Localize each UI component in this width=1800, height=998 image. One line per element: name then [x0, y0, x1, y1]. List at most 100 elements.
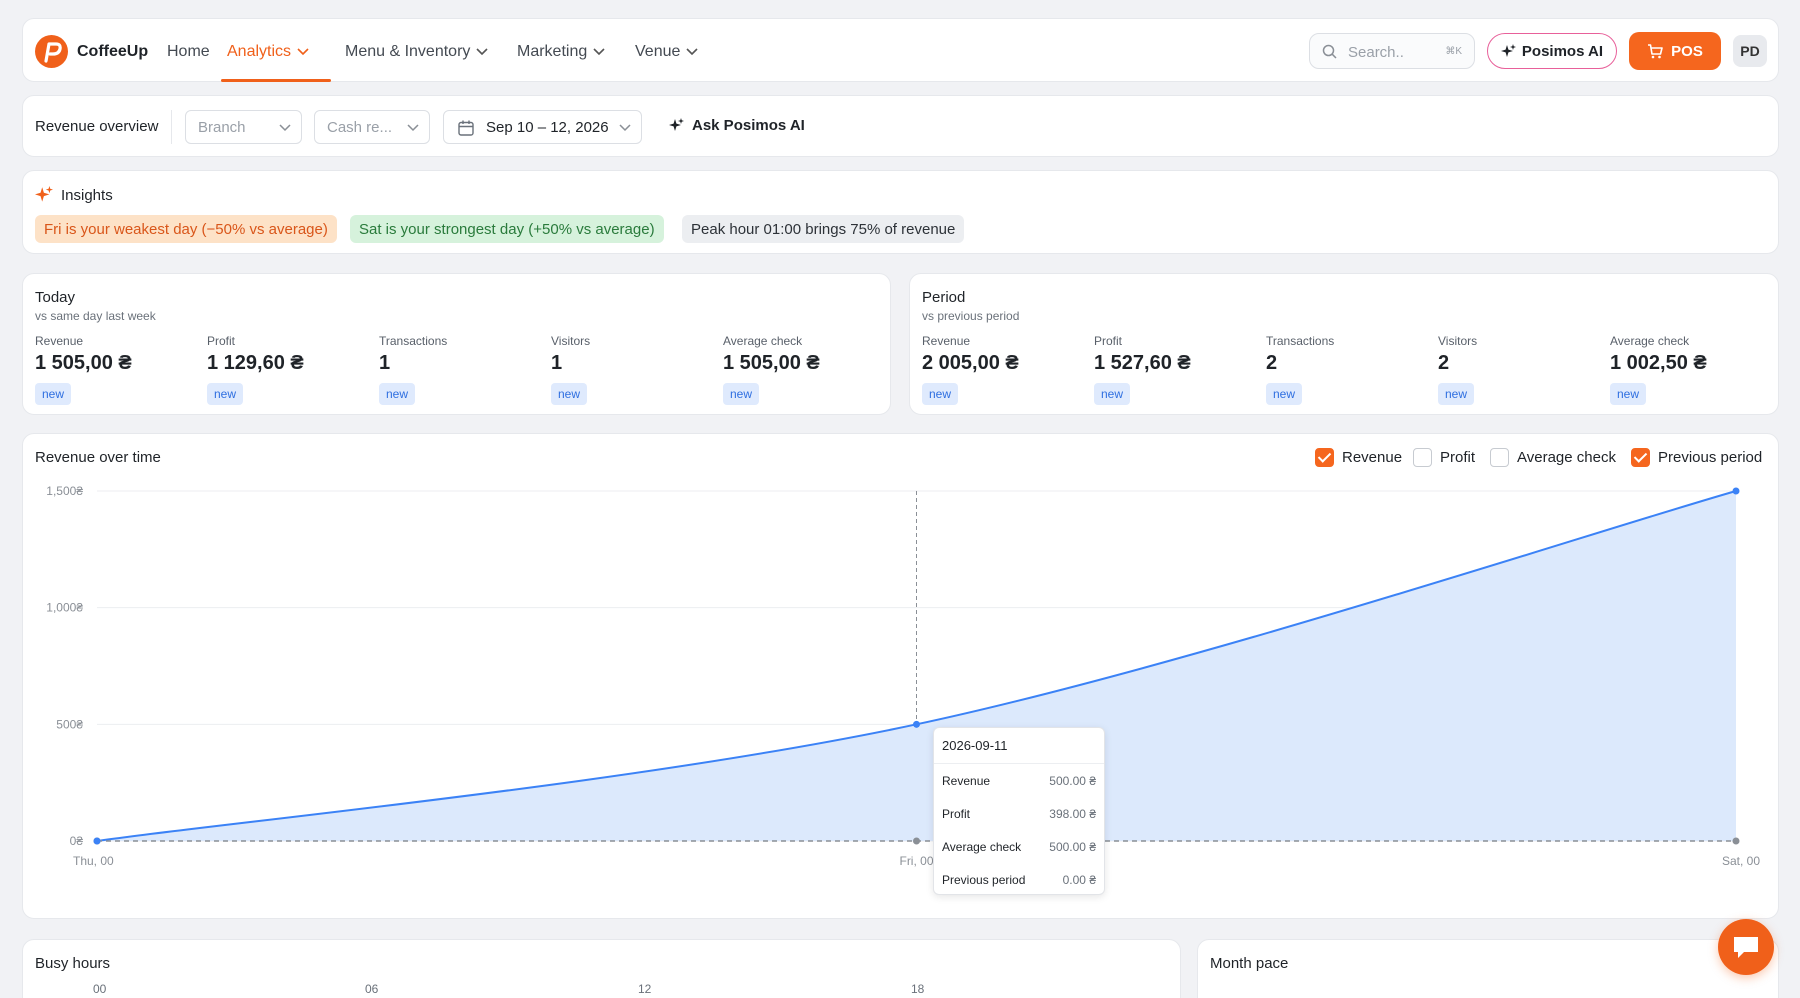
- chevron-down-icon: [619, 124, 631, 132]
- insight-chip-strongest: Sat is your strongest day (+50% vs avera…: [350, 215, 664, 243]
- y-tick-label: 0₴: [70, 834, 84, 848]
- revenue-chart[interactable]: 0₴ 500₴ 1,000₴ 1,500₴ Thu, 00 Fri, 00 Sat, 00: [23, 434, 1780, 920]
- cash-register-select[interactable]: Cash re...: [314, 110, 430, 144]
- kpi-profit: Profit 1 527,60 ₴ new: [1094, 334, 1264, 405]
- sparkle-icon: [669, 118, 684, 131]
- tooltip-row: Average check 500.00 ₴: [942, 839, 1096, 854]
- status-badge: new: [1094, 383, 1131, 405]
- sparkle-icon: [35, 186, 53, 202]
- chat-support-button[interactable]: [1718, 919, 1774, 975]
- kpi-visitors: Visitors 2 new: [1438, 334, 1608, 405]
- y-tick-label: 500₴: [56, 717, 83, 731]
- kpi-profit: Profit 1 129,60 ₴ new: [207, 334, 377, 405]
- status-badge: new: [922, 383, 959, 405]
- card-title: Busy hours: [35, 955, 111, 972]
- revenue-point: [913, 720, 920, 728]
- hour-label: 00: [93, 982, 107, 996]
- search-placeholder: Search..: [1348, 44, 1404, 61]
- logo-icon[interactable]: [35, 35, 68, 68]
- card-title: Month pace: [1210, 955, 1289, 972]
- hour-label: 12: [638, 982, 652, 996]
- chevron-down-icon: [279, 124, 291, 132]
- tooltip-row: Revenue 500.00 ₴: [942, 773, 1096, 788]
- legend-average-check[interactable]: Average check: [1490, 448, 1616, 467]
- chart-title: Revenue over time: [35, 449, 161, 466]
- cart-icon: [1648, 43, 1663, 58]
- status-badge: new: [1438, 383, 1475, 405]
- busy-hours-card: Busy hours 00 06 12 18: [22, 939, 1181, 998]
- divider: [171, 110, 172, 144]
- avatar[interactable]: PD: [1733, 35, 1767, 67]
- checkbox-checked[interactable]: [1631, 448, 1650, 467]
- status-badge: new: [207, 383, 244, 405]
- card-title: Today: [35, 289, 76, 306]
- posimos-ai-button[interactable]: Posimos AI: [1487, 33, 1617, 69]
- month-pace-card: Month pace: [1197, 939, 1779, 998]
- period-card: Period vs previous period Revenue 2 005,0…: [909, 273, 1779, 415]
- status-badge: new: [551, 383, 588, 405]
- revenue-point: [1732, 487, 1740, 495]
- status-badge: new: [35, 383, 72, 405]
- previous-period-point: [913, 837, 920, 845]
- ask-ai-button[interactable]: Ask Posimos AI: [669, 117, 805, 134]
- y-tick-label: 1,500₴: [46, 484, 83, 498]
- date-range-picker[interactable]: Sep 10 – 12, 2026: [443, 110, 642, 144]
- legend-profit[interactable]: Profit: [1413, 448, 1475, 467]
- nav-marketing[interactable]: Marketing: [517, 43, 605, 61]
- page-title: Revenue overview: [35, 118, 159, 135]
- checkbox-checked[interactable]: [1315, 448, 1334, 467]
- legend-previous-period[interactable]: Previous period: [1631, 448, 1762, 467]
- branch-select[interactable]: Branch: [185, 110, 302, 144]
- tooltip-row: Profit 398.00 ₴: [942, 806, 1096, 821]
- search-icon: [1322, 44, 1337, 59]
- nav-home[interactable]: Home: [167, 43, 210, 61]
- status-badge: new: [379, 383, 416, 405]
- insights-card: Insights Fri is your weakest day (−50% v…: [22, 170, 1779, 254]
- nav-menu-inventory[interactable]: Menu & Inventory: [345, 43, 488, 61]
- kpi-revenue: Revenue 2 005,00 ₴ new: [922, 334, 1092, 405]
- card-subtitle: vs previous period: [922, 309, 1020, 323]
- tooltip-row: Previous period 0.00 ₴: [942, 872, 1096, 887]
- checkbox-unchecked[interactable]: [1413, 448, 1432, 467]
- chevron-down-icon: [476, 48, 488, 56]
- calendar-icon: [458, 120, 474, 136]
- kpi-average-check: Average check 1 002,50 ₴ new: [1610, 334, 1780, 405]
- insights-header: Insights: [35, 186, 113, 204]
- nav-venue[interactable]: Venue: [635, 43, 698, 61]
- legend-revenue[interactable]: Revenue: [1315, 448, 1402, 467]
- tooltip-date: 2026-09-11: [934, 728, 1104, 764]
- filter-bar: Revenue overview Branch Cash re... Sep 1…: [22, 95, 1779, 157]
- revenue-point: [93, 837, 101, 845]
- chat-icon: [1734, 937, 1758, 958]
- status-badge: new: [723, 383, 760, 405]
- x-tick-label: Thu, 00: [73, 854, 114, 868]
- chevron-down-icon: [407, 124, 419, 132]
- today-card: Today vs same day last week Revenue 1 505…: [22, 273, 891, 415]
- insight-chip-peak-hour: Peak hour 01:00 brings 75% of revenue: [682, 215, 965, 243]
- kpi-revenue: Revenue 1 505,00 ₴ new: [35, 334, 205, 405]
- chevron-down-icon: [297, 48, 309, 56]
- kpi-transactions: Transactions 2 new: [1266, 334, 1436, 405]
- y-tick-label: 1,000₴: [46, 601, 83, 615]
- x-tick-label: Fri, 00: [899, 854, 933, 868]
- active-tab-indicator: [221, 79, 331, 82]
- brand-name: CoffeeUp: [77, 43, 149, 60]
- search-input[interactable]: Search.. ⌘K: [1309, 33, 1475, 69]
- previous-period-point: [1732, 837, 1740, 845]
- status-badge: new: [1610, 383, 1647, 405]
- pos-button[interactable]: POS: [1629, 32, 1721, 70]
- chevron-down-icon: [593, 48, 605, 56]
- top-navigation: CoffeeUp Home Analytics Menu & Inventory…: [22, 18, 1779, 82]
- hour-label: 18: [911, 982, 925, 996]
- card-subtitle: vs same day last week: [35, 309, 156, 323]
- revenue-chart-card: 0₴ 500₴ 1,000₴ 1,500₴ Thu, 00 Fri, 00 Sat, 00 …: [22, 433, 1779, 919]
- hour-label: 06: [365, 982, 379, 996]
- insight-chip-weakest: Fri is your weakest day (−50% vs average…: [35, 215, 337, 243]
- chart-tooltip: 2026-09-11 Revenue 500.00 ₴ Profit 398.00 …: [933, 727, 1105, 895]
- kpi-transactions: Transactions 1 new: [379, 334, 549, 405]
- nav-analytics[interactable]: Analytics: [227, 43, 309, 61]
- checkbox-unchecked[interactable]: [1490, 448, 1509, 467]
- status-badge: new: [1266, 383, 1303, 405]
- kpi-average-check: Average check 1 505,00 ₴ new: [723, 334, 893, 405]
- card-title: Period: [922, 289, 966, 306]
